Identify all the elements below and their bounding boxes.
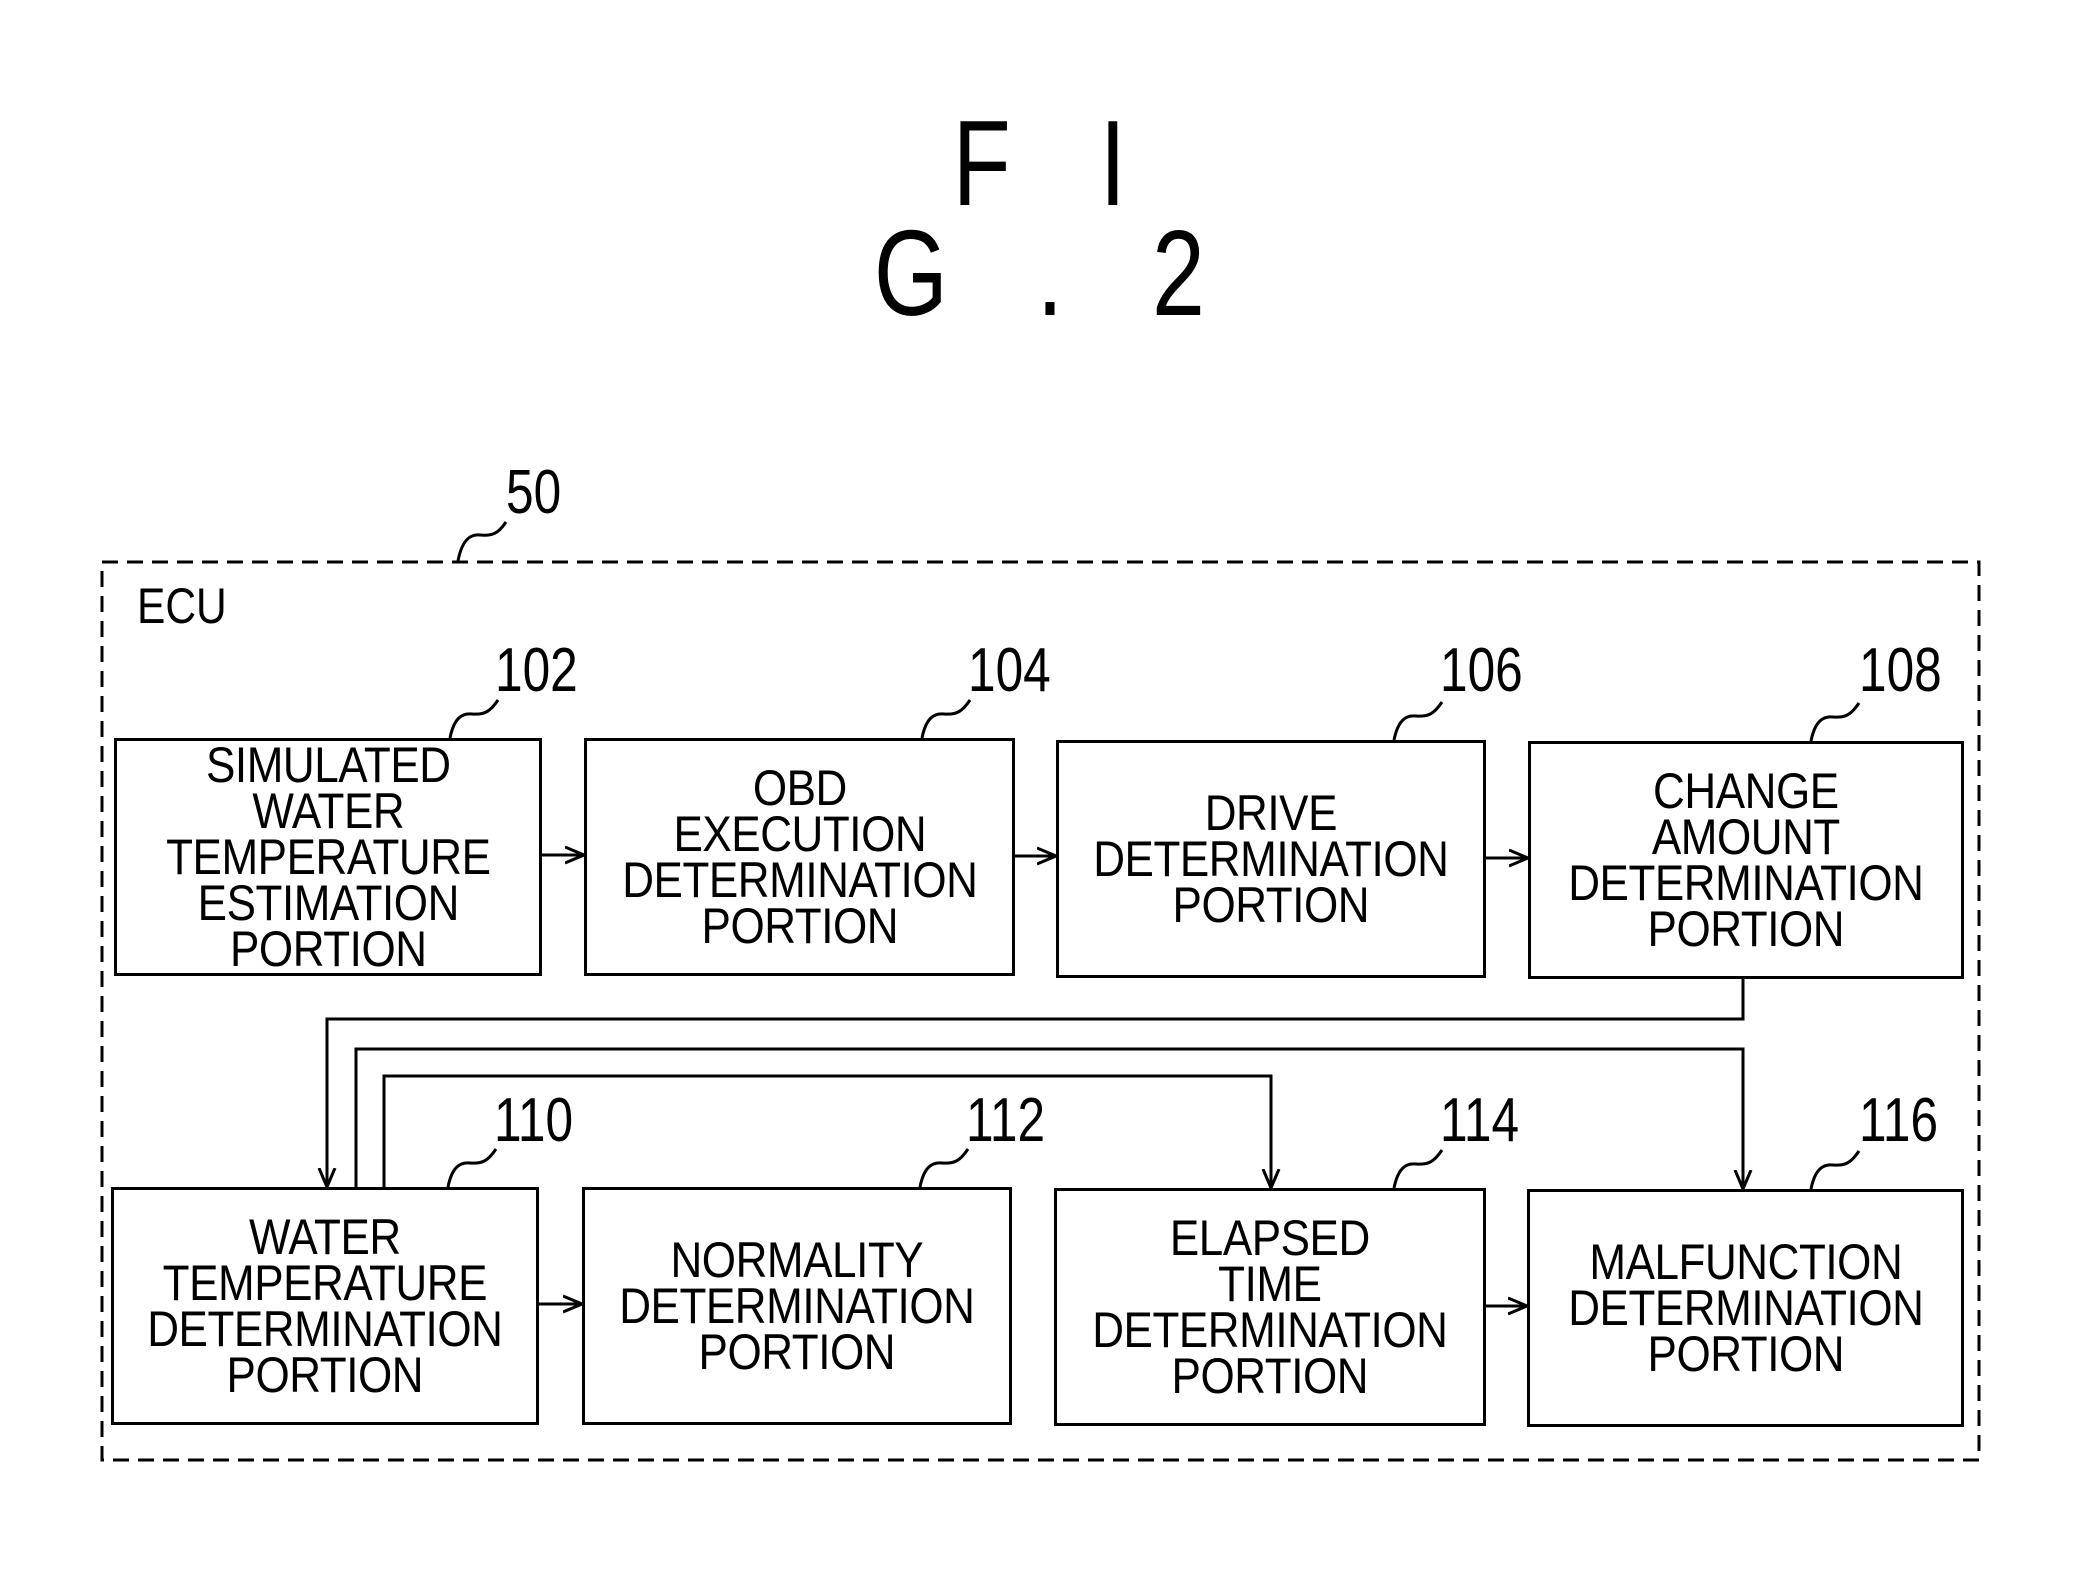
block-water-temperature-determination[interactable]: WATER TEMPERATURE DETERMINATION PORTION: [111, 1187, 539, 1425]
arrow-108-110: [327, 976, 1745, 1187]
ref-label-108: 108: [1859, 636, 1942, 705]
block-label: DRIVE DETERMINATION PORTION: [1093, 785, 1449, 933]
leader-110: [446, 1148, 498, 1188]
ref-label-112: 112: [966, 1086, 1046, 1155]
leader-106: [1392, 701, 1444, 741]
leader-114: [1392, 1149, 1444, 1189]
ref-label-106: 106: [1440, 636, 1523, 705]
block-normality-determination[interactable]: NORMALITY DETERMINATION PORTION: [582, 1187, 1012, 1425]
ref-label-110: 110: [494, 1086, 574, 1155]
block-simulated-water-temperature-estimation[interactable]: SIMULATED WATER TEMPERATURE ESTIMATION P…: [114, 738, 542, 976]
block-label: ELAPSED TIME DETERMINATION PORTION: [1092, 1210, 1448, 1404]
block-label: MALFUNCTION DETERMINATION PORTION: [1567, 1234, 1924, 1382]
leader-104: [920, 699, 972, 739]
ref-label-114: 114: [1440, 1086, 1520, 1155]
block-elapsed-time-determination[interactable]: ELAPSED TIME DETERMINATION PORTION: [1054, 1188, 1486, 1426]
ref-label-102: 102: [495, 636, 578, 705]
block-drive-determination[interactable]: DRIVE DETERMINATION PORTION: [1056, 740, 1486, 978]
block-change-amount-determination[interactable]: CHANGE AMOUNT DETERMINATION PORTION: [1528, 741, 1964, 979]
block-label: CHANGE AMOUNT DETERMINATION PORTION: [1568, 763, 1924, 957]
block-malfunction-determination[interactable]: MALFUNCTION DETERMINATION PORTION: [1527, 1189, 1964, 1427]
block-obd-execution-determination[interactable]: OBD EXECUTION DETERMINATION PORTION: [584, 738, 1015, 976]
block-label: SIMULATED WATER TEMPERATURE ESTIMATION P…: [165, 737, 491, 977]
ref-label-104: 104: [968, 636, 1051, 705]
leader-50: [456, 521, 508, 562]
block-label: WATER TEMPERATURE DETERMINATION PORTION: [147, 1209, 503, 1403]
block-label: OBD EXECUTION DETERMINATION PORTION: [621, 760, 978, 954]
ecu-label: ECU: [137, 578, 227, 634]
ref-label-116: 116: [1859, 1086, 1939, 1155]
leader-108: [1809, 702, 1861, 742]
block-label: NORMALITY DETERMINATION PORTION: [619, 1232, 975, 1380]
leader-116: [1809, 1150, 1861, 1190]
leader-112: [918, 1148, 970, 1188]
ecu-reference-label: 50: [506, 458, 562, 527]
figure-title: F I G . 2: [873, 95, 1237, 341]
leader-102: [448, 699, 500, 739]
